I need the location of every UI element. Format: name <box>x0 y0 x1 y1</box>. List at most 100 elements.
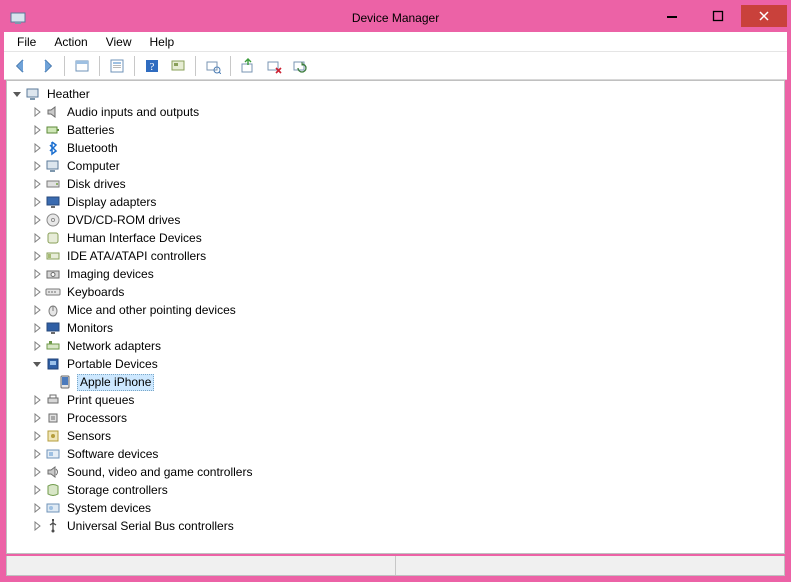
tree-expand-icon[interactable] <box>31 466 43 478</box>
tree-category[interactable]: Batteries <box>9 121 782 139</box>
tree-expand-icon[interactable] <box>31 502 43 514</box>
tree-category-label: Network adapters <box>65 337 163 355</box>
system-icon <box>45 500 61 516</box>
close-button[interactable] <box>741 5 787 27</box>
tree-expand-icon[interactable] <box>31 412 43 424</box>
dvd-icon <box>45 212 61 228</box>
scan-icon[interactable] <box>201 54 225 78</box>
tree-category[interactable]: System devices <box>9 499 782 517</box>
menu-file[interactable]: File <box>8 33 45 51</box>
tree-expand-icon[interactable] <box>31 214 43 226</box>
tree-expand-icon[interactable] <box>31 304 43 316</box>
tree-category[interactable]: Bluetooth <box>9 139 782 157</box>
titlebar[interactable]: Device Manager <box>4 4 787 32</box>
legacy-icon[interactable] <box>288 54 312 78</box>
tree-pane[interactable]: HeatherAudio inputs and outputsBatteries… <box>6 80 785 554</box>
tree-category-label: Storage controllers <box>65 481 170 499</box>
tree-expand-icon[interactable] <box>31 286 43 298</box>
tree-expand-icon[interactable] <box>31 520 43 532</box>
tree-expand-icon[interactable] <box>31 178 43 190</box>
toolbar-separator <box>230 56 231 76</box>
tree-category-label: Batteries <box>65 121 116 139</box>
tree-category[interactable]: Human Interface Devices <box>9 229 782 247</box>
tree-category[interactable]: Sensors <box>9 427 782 445</box>
menu-action[interactable]: Action <box>45 33 96 51</box>
cpu-icon <box>45 410 61 426</box>
toolbar-separator <box>99 56 100 76</box>
tree-category-label: System devices <box>65 499 153 517</box>
tree-expand-icon[interactable] <box>31 124 43 136</box>
bluetooth-icon <box>45 140 61 156</box>
window-frame: Device Manager FileActionViewHelp ? Heat… <box>0 0 791 582</box>
tree-expand-icon[interactable] <box>31 430 43 442</box>
tree-category[interactable]: Network adapters <box>9 337 782 355</box>
window-controls <box>649 5 787 27</box>
tree-expand-icon[interactable] <box>31 232 43 244</box>
printer-icon <box>45 392 61 408</box>
tree-category[interactable]: Print queues <box>9 391 782 409</box>
tree-category[interactable]: Processors <box>9 409 782 427</box>
keyboard-icon <box>45 284 61 300</box>
update-driver-icon[interactable] <box>236 54 260 78</box>
tree-category[interactable]: Universal Serial Bus controllers <box>9 517 782 535</box>
tree-expand-icon[interactable] <box>31 250 43 262</box>
status-cell <box>396 556 784 575</box>
tree-expand-icon[interactable] <box>31 106 43 118</box>
tree-category[interactable]: Display adapters <box>9 193 782 211</box>
tree-category[interactable]: Keyboards <box>9 283 782 301</box>
tree-category[interactable]: Mice and other pointing devices <box>9 301 782 319</box>
tree-category[interactable]: Computer <box>9 157 782 175</box>
show-hidden-icon[interactable] <box>70 54 94 78</box>
tree-category[interactable]: Monitors <box>9 319 782 337</box>
minimize-button[interactable] <box>649 5 695 27</box>
uninstall-icon[interactable] <box>262 54 286 78</box>
tree-expand-icon[interactable] <box>31 448 43 460</box>
tree-root-label: Heather <box>45 85 92 103</box>
tree-category[interactable]: Software devices <box>9 445 782 463</box>
usb-icon <box>45 518 61 534</box>
menu-help[interactable]: Help <box>141 33 184 51</box>
tree-category[interactable]: IDE ATA/ATAPI controllers <box>9 247 782 265</box>
back-icon[interactable] <box>9 54 33 78</box>
toolbar-separator <box>64 56 65 76</box>
tree-expand-icon[interactable] <box>31 394 43 406</box>
software-icon <box>45 446 61 462</box>
properties-icon[interactable] <box>105 54 129 78</box>
tree-category-label: Sound, video and game controllers <box>65 463 254 481</box>
tree-expand-icon[interactable] <box>31 340 43 352</box>
tree-category[interactable]: Imaging devices <box>9 265 782 283</box>
tree-expand-icon[interactable] <box>31 142 43 154</box>
tree-collapse-icon[interactable] <box>11 88 23 100</box>
menu-view[interactable]: View <box>97 33 141 51</box>
svg-text:?: ? <box>150 61 155 73</box>
tree-expand-icon[interactable] <box>31 160 43 172</box>
tree-expand-icon[interactable] <box>31 196 43 208</box>
tree-collapse-icon[interactable] <box>31 358 43 370</box>
hid-icon <box>45 230 61 246</box>
maximize-button[interactable] <box>695 5 741 27</box>
devices-icon[interactable] <box>166 54 190 78</box>
tree-category-label: Software devices <box>65 445 160 463</box>
sensor-icon <box>45 428 61 444</box>
help-icon[interactable]: ? <box>140 54 164 78</box>
tree-category-label: Display adapters <box>65 193 158 211</box>
tree-category-label: Imaging devices <box>65 265 156 283</box>
tree-expand-icon[interactable] <box>31 322 43 334</box>
storage-icon <box>45 482 61 498</box>
tree-expand-icon[interactable] <box>31 484 43 496</box>
tree-category-label: Monitors <box>65 319 115 337</box>
forward-icon[interactable] <box>35 54 59 78</box>
tree-category[interactable]: Disk drives <box>9 175 782 193</box>
tree-category-label: Processors <box>65 409 129 427</box>
tree-category[interactable]: Portable Devices <box>9 355 782 373</box>
tree-root[interactable]: Heather <box>9 85 782 103</box>
app-icon <box>10 10 26 26</box>
tree-category[interactable]: Audio inputs and outputs <box>9 103 782 121</box>
battery-icon <box>45 122 61 138</box>
status-cell <box>7 556 396 575</box>
tree-device[interactable]: Apple iPhone <box>9 373 782 391</box>
tree-category[interactable]: DVD/CD-ROM drives <box>9 211 782 229</box>
tree-expand-icon[interactable] <box>31 268 43 280</box>
tree-category[interactable]: Sound, video and game controllers <box>9 463 782 481</box>
tree-category[interactable]: Storage controllers <box>9 481 782 499</box>
